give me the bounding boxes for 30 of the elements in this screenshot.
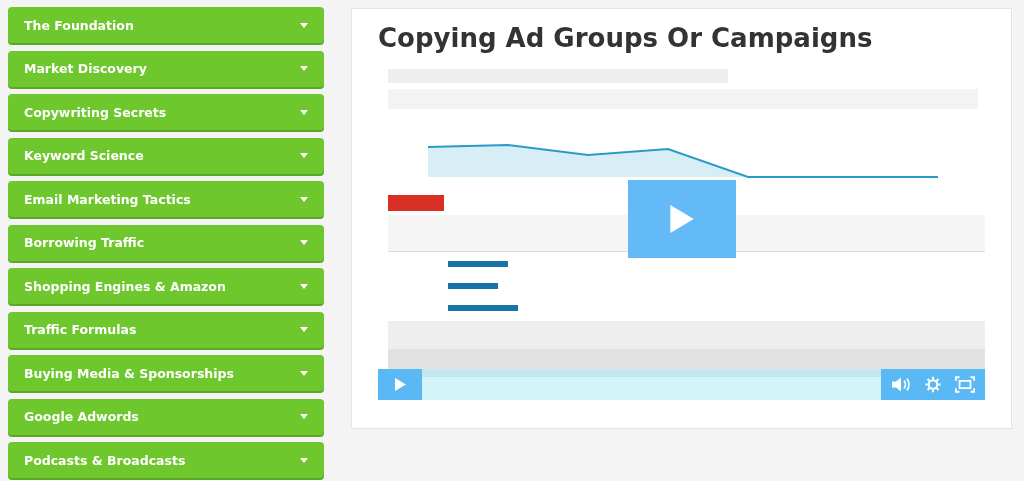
settings-icon[interactable] xyxy=(923,376,943,393)
lesson-title: Copying Ad Groups Or Campaigns xyxy=(378,23,874,53)
accordion-item[interactable]: Traffic Formulas xyxy=(8,311,324,348)
play-button[interactable] xyxy=(628,180,736,258)
caret-icon xyxy=(300,370,308,376)
caret-icon xyxy=(300,66,308,71)
accordion-item[interactable]: Copywriting Secrets xyxy=(8,94,324,130)
caret-icon xyxy=(300,240,308,245)
caret-icon xyxy=(300,283,308,289)
caret-icon xyxy=(300,153,308,158)
caret-icon xyxy=(300,457,308,463)
caret-icon xyxy=(300,22,308,28)
accordion-item[interactable]: Buying Media & Sponsorships xyxy=(8,355,324,391)
accordion-item[interactable]: Market Discovery xyxy=(8,50,324,87)
accordion-item[interactable]: Email Marketing Tactics xyxy=(8,181,324,217)
caret-icon xyxy=(300,109,308,115)
accordion-item[interactable]: Borrowing Traffic xyxy=(8,224,324,261)
volume-icon[interactable] xyxy=(891,376,911,393)
accordion-item[interactable]: Google Adwords xyxy=(8,398,324,435)
caret-icon xyxy=(300,414,308,419)
play-button[interactable] xyxy=(378,369,422,400)
play-icon xyxy=(670,205,694,233)
accordion-item[interactable]: Shopping Engines & Amazon xyxy=(8,268,324,304)
play-icon xyxy=(394,378,406,391)
accordion-item[interactable]: Podcasts & Broadcasts xyxy=(8,442,324,478)
accordion-item[interactable]: The Foundation xyxy=(8,7,324,43)
fullscreen-icon[interactable] xyxy=(955,376,975,393)
accordion-item[interactable]: Keyword Science xyxy=(8,137,324,174)
caret-icon xyxy=(300,196,308,202)
caret-icon xyxy=(300,327,308,332)
